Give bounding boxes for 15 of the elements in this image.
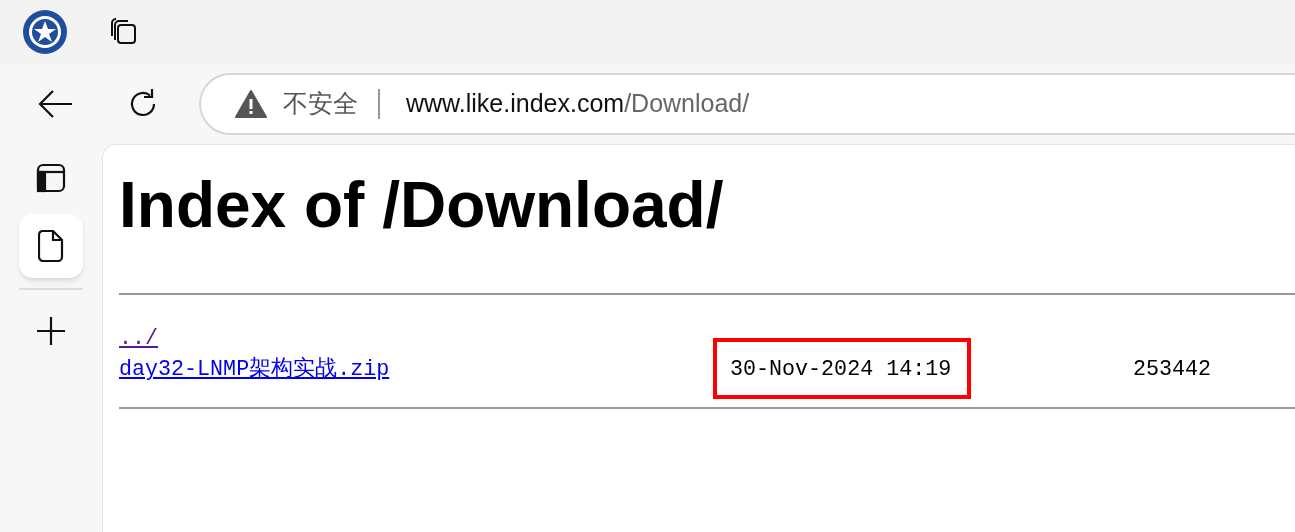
warning-icon[interactable] <box>235 90 267 118</box>
date-text: 30-Nov-2024 14:19 <box>730 357 952 382</box>
url-text[interactable]: www.like.index.com/Download/ <box>406 85 750 123</box>
add-icon[interactable] <box>36 316 66 346</box>
address-bar[interactable]: 不安全 www.like.index.com/Download/ <box>199 73 1295 135</box>
security-label: 不安全 <box>283 88 358 120</box>
file-link[interactable]: day32-LNMP架构实战.zip <box>119 357 390 382</box>
back-icon[interactable] <box>38 89 74 119</box>
logo-icon[interactable] <box>22 9 68 55</box>
page-heading: Index of /Download/ <box>119 173 725 237</box>
sidebar-panel-icon <box>36 163 66 193</box>
file-link[interactable]: ../ <box>119 326 159 351</box>
sidebar-tab[interactable] <box>19 214 83 278</box>
page-icon <box>38 230 64 262</box>
size-text: 253442 <box>1133 356 1212 384</box>
